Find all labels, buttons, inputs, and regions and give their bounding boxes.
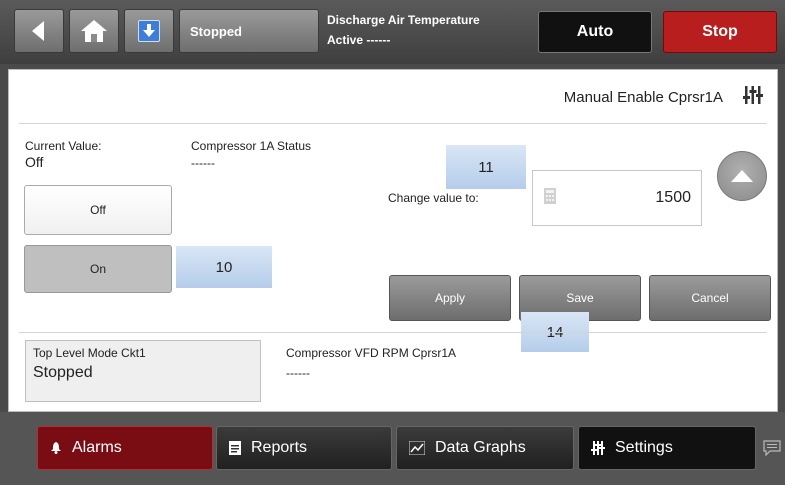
nav-alarms[interactable]: Alarms [37,426,213,470]
back-button[interactable] [14,9,64,53]
sliders-icon [591,441,605,455]
mode-label: Top Level Mode Ckt1 [33,346,146,360]
document-icon [229,441,241,455]
option-on-button[interactable]: On [24,245,172,293]
scroll-up-button[interactable] [717,151,767,201]
nav-reports[interactable]: Reports [216,426,392,470]
divider [19,332,767,333]
divider [19,123,767,124]
page-title: Manual Enable Cprsr1A [563,89,723,106]
nav-reports-label: Reports [251,439,308,456]
point-detail-panel: Manual Enable Cprsr1A Current Value: Off… [8,69,778,412]
chart-icon [409,441,425,455]
nav-alarms-label: Alarms [72,439,122,456]
auto-button[interactable]: Auto [538,11,652,53]
compressor-status-label: Compressor 1A Status [191,139,312,153]
home-button[interactable] [69,9,119,53]
current-value-label: Current Value: [25,139,102,153]
change-value-input[interactable]: 1500 [532,170,702,226]
home-icon [81,20,107,42]
option-off-button[interactable]: Off [24,185,172,235]
compressor-status-value: ------ [191,156,215,170]
nav-settings[interactable]: Settings [578,426,756,470]
scroll-down-button[interactable] [124,9,174,53]
change-value-label: Change value to: [388,191,479,205]
point-info: Discharge Air Temperature Active ------ [327,10,480,50]
top-bar: Stopped Discharge Air Temperature Active… [0,0,785,64]
chevron-up-icon [731,170,753,182]
point-state: Active ------ [327,33,391,47]
back-arrow-icon [32,21,44,41]
change-value: 1500 [655,189,691,206]
cancel-button[interactable]: Cancel [649,275,771,321]
bottom-nav: Alarms Reports Data Graphs Settings [0,412,785,485]
stop-button[interactable]: Stop [663,11,777,53]
unit-status-button[interactable]: Stopped [179,9,319,53]
mode-box: Top Level Mode Ckt1 Stopped [25,340,261,402]
scroll-down-icon [138,20,160,42]
nav-settings-label: Settings [615,439,673,456]
chat-icon[interactable] [763,440,781,456]
nav-data-graphs-label: Data Graphs [435,439,526,456]
mode-value: Stopped [33,364,93,381]
nav-data-graphs[interactable]: Data Graphs [396,426,574,470]
callout-10: 10 [176,246,272,288]
calculator-icon[interactable] [544,188,556,204]
settings-sliders-icon[interactable] [742,84,764,106]
current-value: Off [25,154,44,170]
vfd-rpm-value: ------ [286,366,310,380]
bell-icon [51,442,61,454]
callout-11: 11 [446,145,526,189]
apply-button[interactable]: Apply [389,275,511,321]
vfd-rpm-label: Compressor VFD RPM Cprsr1A [286,346,457,360]
point-name: Discharge Air Temperature [327,13,480,27]
